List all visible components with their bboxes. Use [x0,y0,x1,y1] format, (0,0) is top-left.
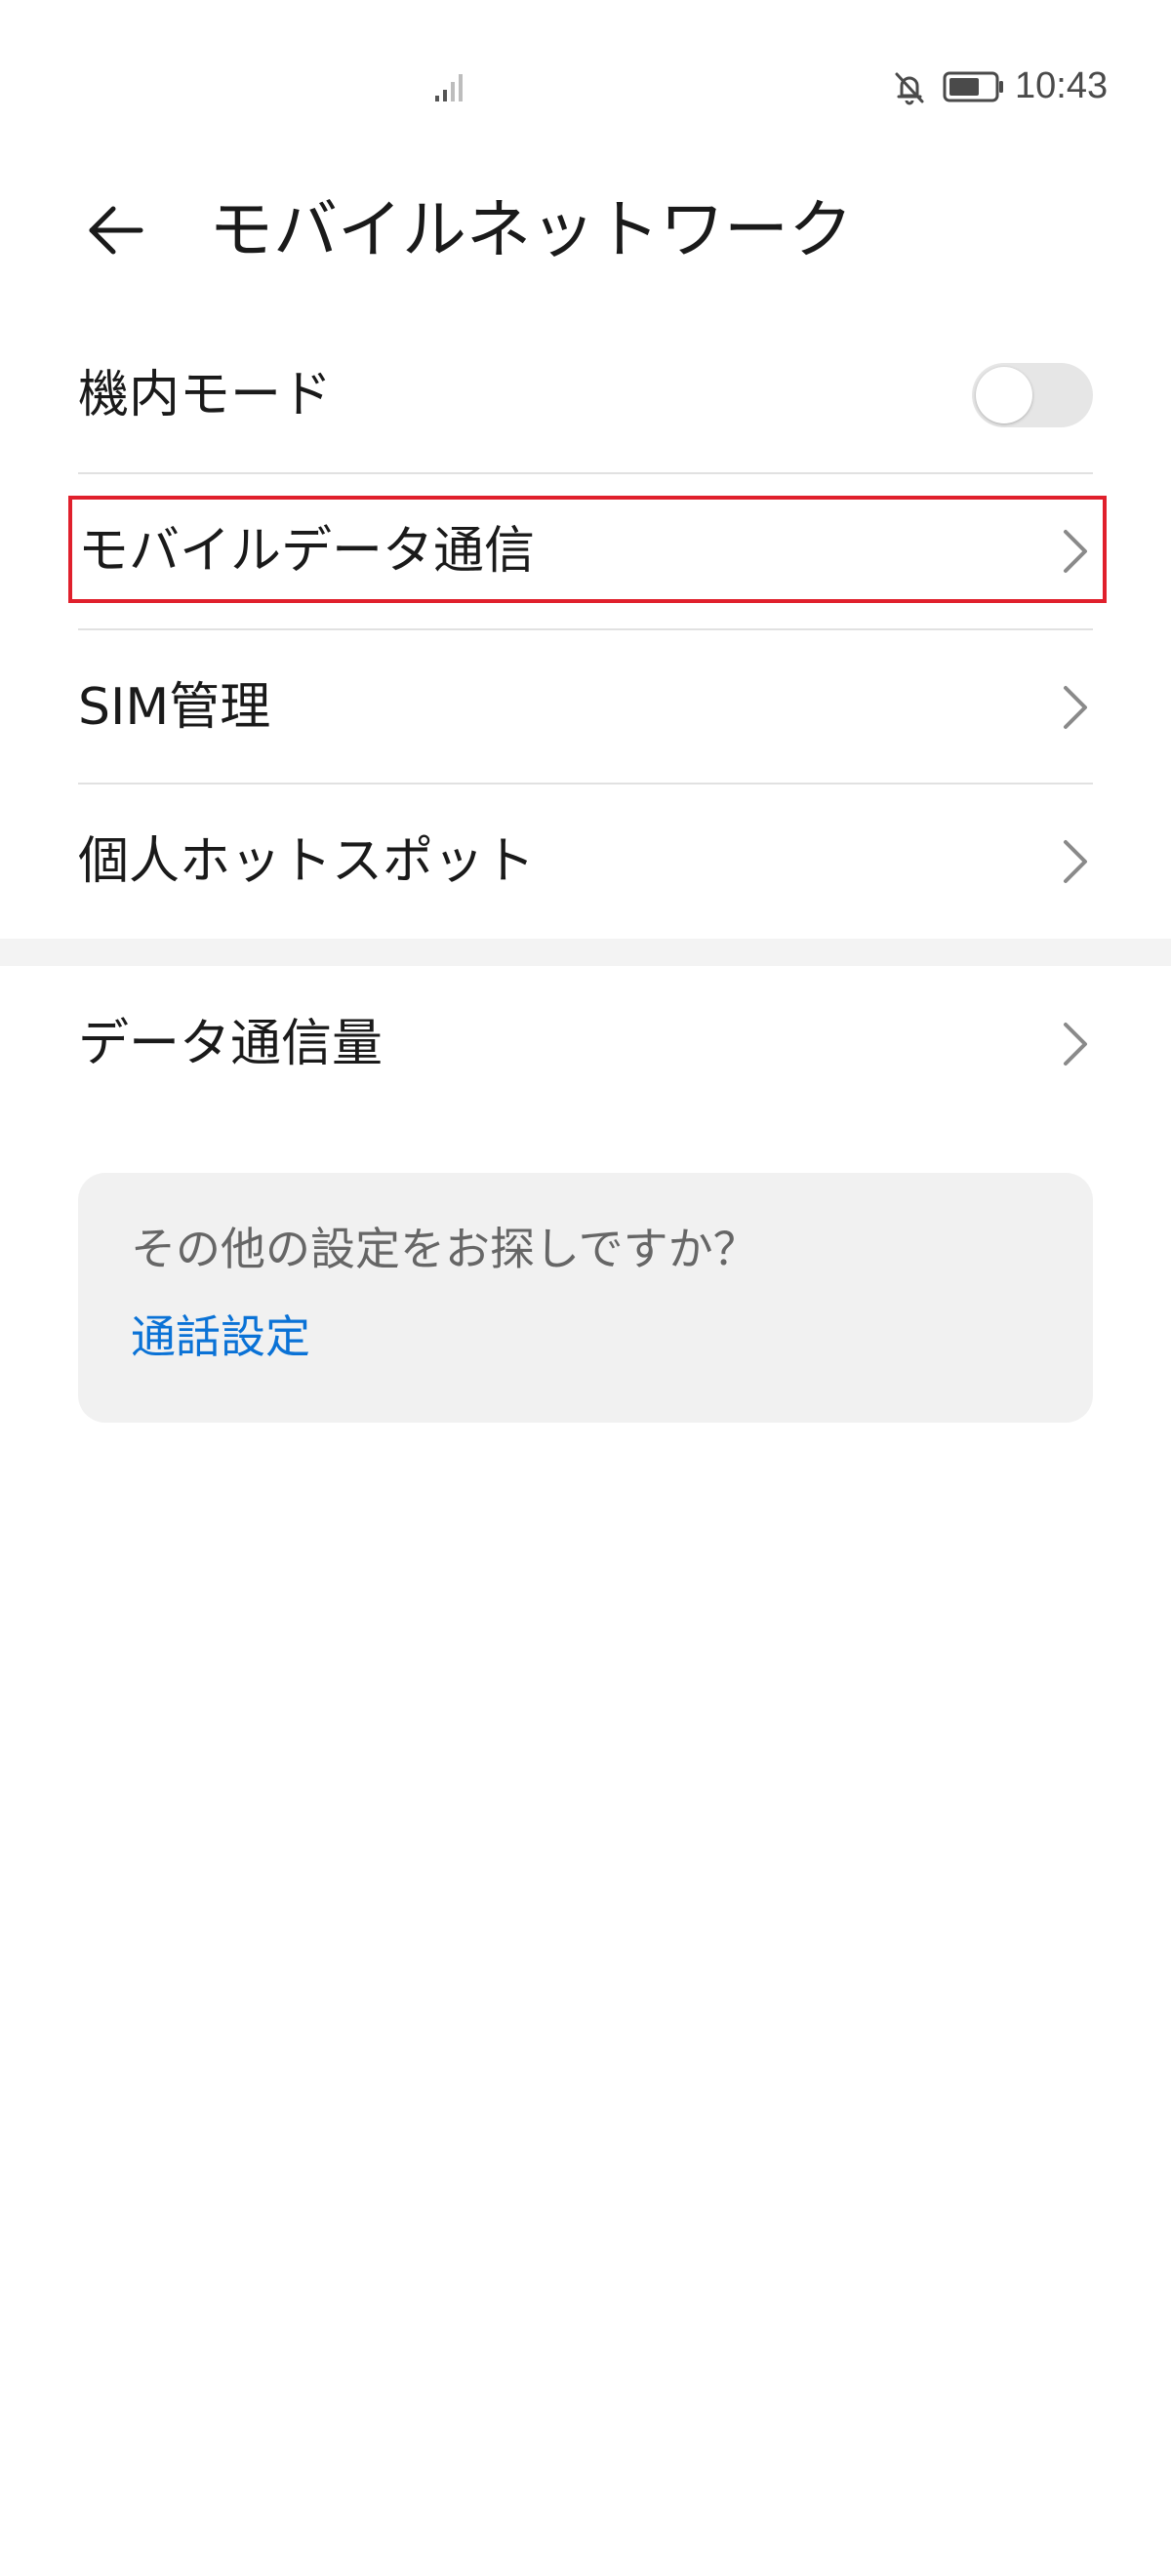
arrow-left-icon [89,206,143,255]
airplane-mode-label: 機内モード [78,366,333,424]
airplane-mode-toggle[interactable] [972,363,1093,427]
status-bar: 10:43 [0,0,1171,172]
battery-icon [943,71,1003,102]
sim-management-label: SIM管理 [78,678,271,737]
suggestion-card: その他の設定をお探しですか？ 通話設定 [78,1173,1093,1423]
airplane-mode-row: 機内モード [78,318,1093,472]
header: モバイルネットワーク [0,172,1171,285]
chevron-right-icon [1064,530,1087,573]
personal-hotspot-label: 個人ホットスポット [78,832,536,891]
mobile-data-label: モバイルデータ通信 [78,522,536,581]
mobile-data-row[interactable]: モバイルデータ通信 [78,474,1093,628]
chevron-right-icon [1064,1023,1087,1066]
chevron-right-icon [1064,686,1087,729]
data-usage-label: データ通信量 [78,1015,384,1073]
personal-hotspot-row[interactable]: 個人ホットスポット [78,785,1093,939]
data-usage-row[interactable]: データ通信量 [78,966,1093,1122]
toggle-knob [976,367,1032,423]
page-title: モバイルネットワーク [209,192,853,267]
bell-off-icon [895,72,924,105]
back-button[interactable] [68,183,162,277]
section-divider [0,939,1171,966]
sim-management-row[interactable]: SIM管理 [78,630,1093,785]
suggestion-text: その他の設定をお探しですか？ [131,1223,758,1275]
chevron-right-icon [1064,840,1087,883]
status-time: 10:43 [1015,65,1109,106]
signal-icon [435,74,463,101]
call-settings-link[interactable]: 通話設定 [131,1309,310,1364]
